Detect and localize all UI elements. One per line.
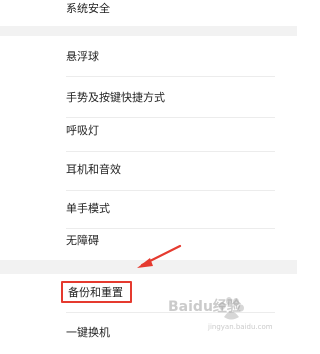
- settings-item-label: 耳机和音效: [66, 163, 121, 176]
- section-separator: [0, 26, 297, 36]
- settings-group-main: 悬浮球 手势及按键快捷方式 呼吸灯 耳机和音效 单手模式 无障碍: [0, 36, 297, 260]
- settings-item-label: 手势及按键快捷方式: [66, 91, 165, 104]
- settings-item-label: 单手模式: [66, 202, 110, 215]
- watermark-text: Baidu经验: [168, 299, 241, 315]
- settings-item-label: 呼吸灯: [66, 124, 99, 137]
- settings-item-label: 系统安全: [66, 2, 110, 15]
- settings-item-breathing-light[interactable]: 呼吸灯: [0, 110, 297, 150]
- highlight-box: [61, 281, 132, 303]
- settings-item-label: 悬浮球: [66, 50, 99, 63]
- settings-item-floating-ball[interactable]: 悬浮球: [0, 36, 297, 76]
- settings-item-phone-clone[interactable]: 一键换机: [0, 314, 297, 354]
- settings-item-backup-reset[interactable]: 备份和重置: [0, 274, 297, 310]
- settings-item-accessibility[interactable]: 无障碍: [0, 220, 297, 260]
- section-separator: [0, 260, 297, 274]
- settings-group-security: 系统安全: [0, 0, 297, 26]
- watermark-subtext: jingyan.baidu.com: [208, 323, 273, 331]
- settings-item-system-security[interactable]: 系统安全: [0, 0, 297, 26]
- settings-item-label: 一键换机: [66, 326, 110, 339]
- settings-item-earphone-audio[interactable]: 耳机和音效: [0, 149, 297, 189]
- settings-screen: 系统安全 悬浮球 手势及按键快捷方式 呼吸灯 耳机和音效 单手模式 无障碍 备份…: [0, 0, 297, 339]
- settings-item-label: 无障碍: [66, 234, 99, 247]
